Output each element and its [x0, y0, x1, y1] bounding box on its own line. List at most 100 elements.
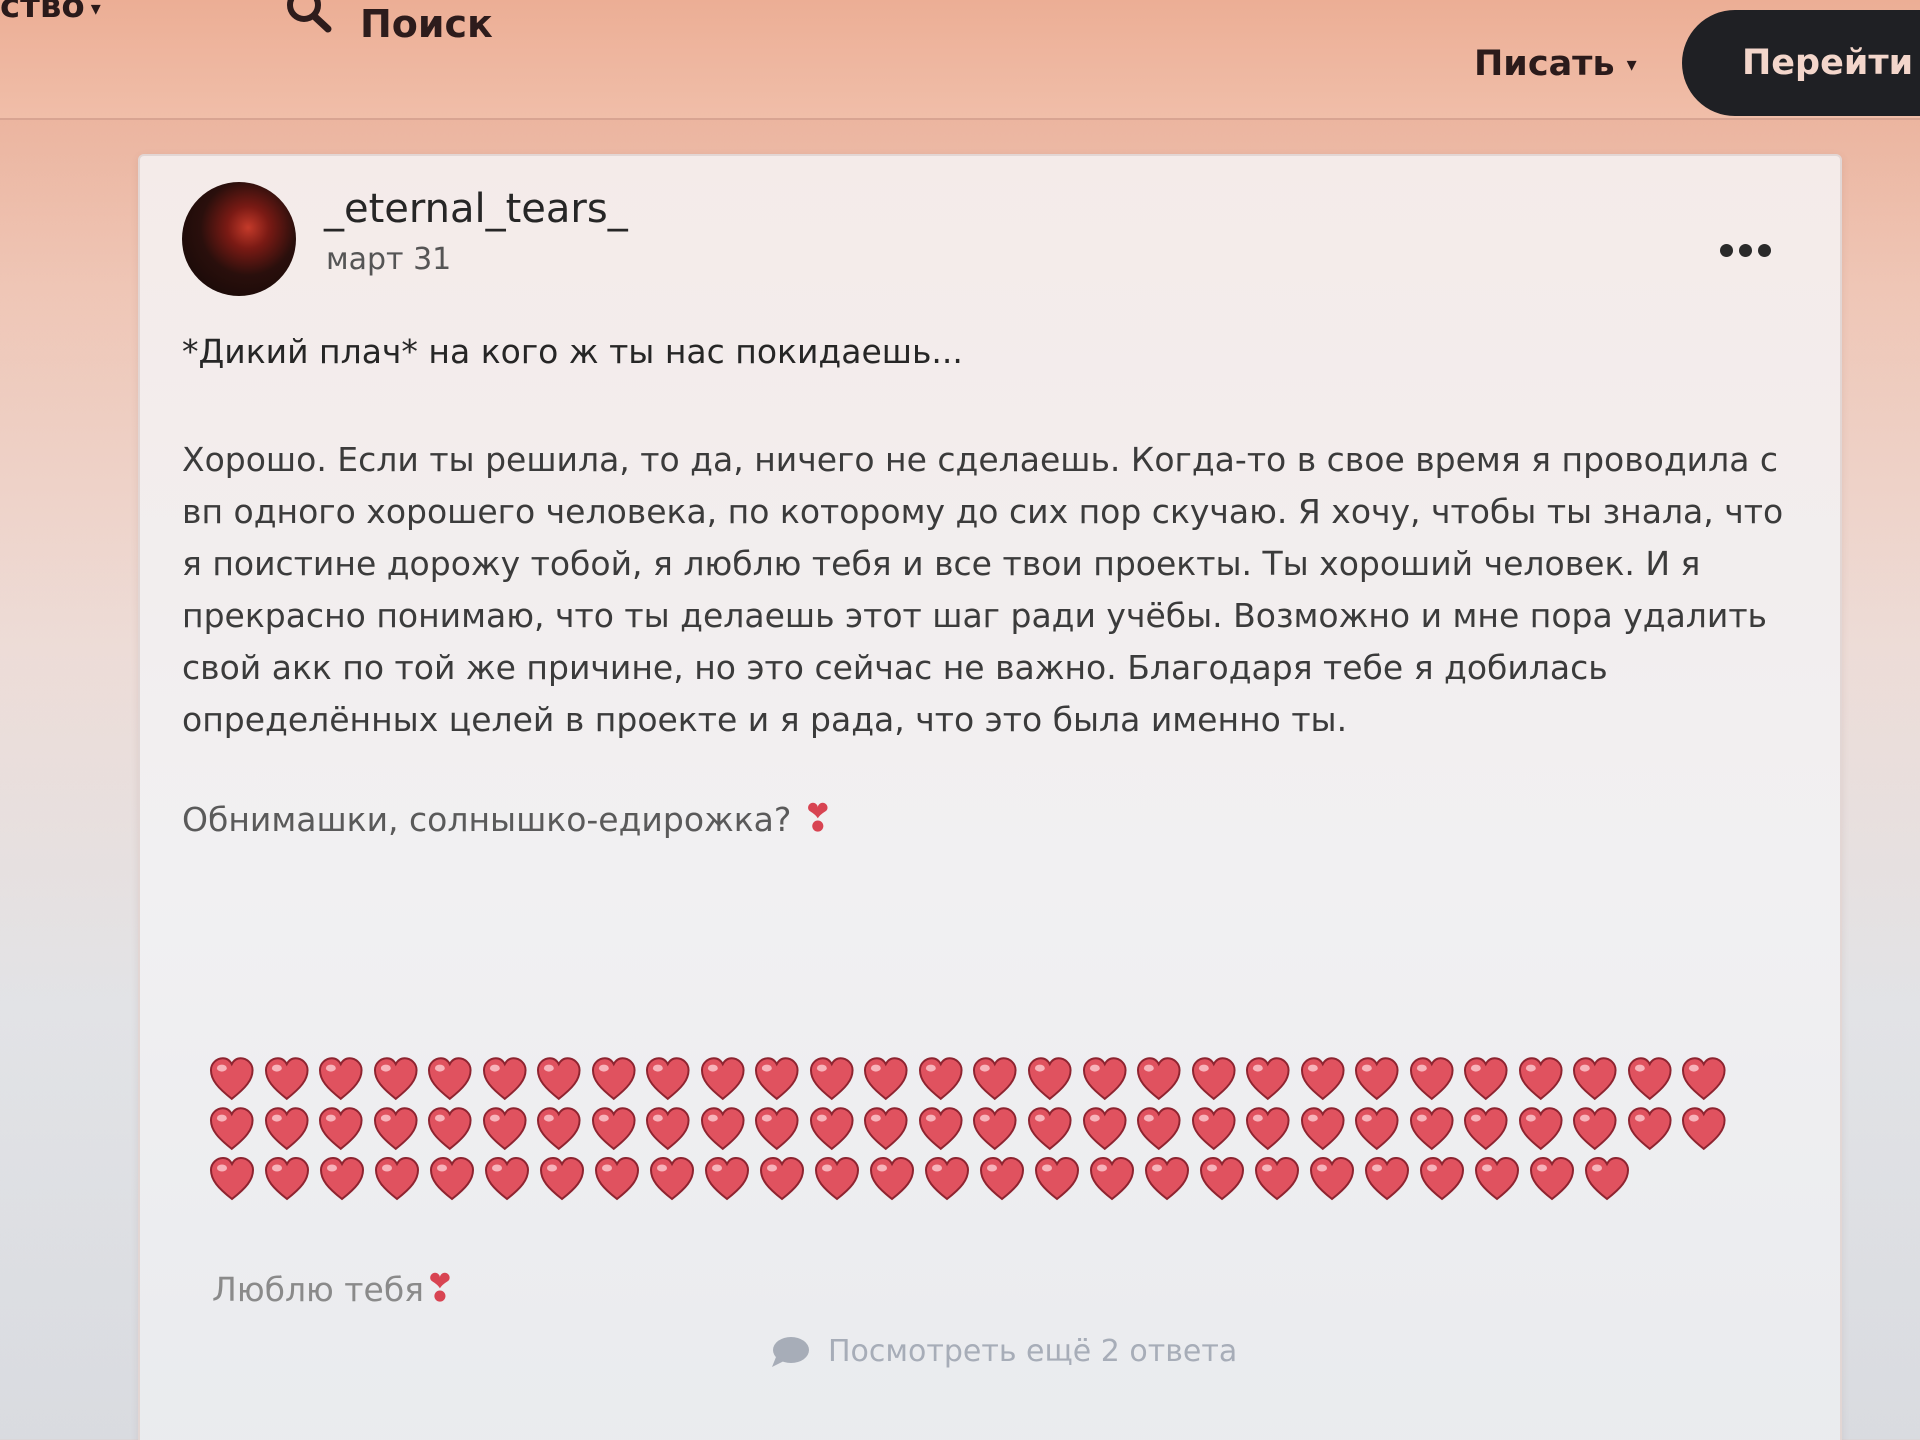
heart-icon [1409, 1057, 1454, 1101]
heart-icon [973, 1057, 1017, 1101]
search-button[interactable]: Поиск [282, 0, 493, 46]
post-card: _eternal_tears_ март 31 *Дикий плач* на … [138, 154, 1842, 1440]
heart-icon [1627, 1057, 1672, 1101]
heart-icon [755, 1057, 799, 1101]
heart-icon [1355, 1057, 1399, 1101]
heart-icon [1082, 1057, 1127, 1101]
heart-icon [209, 1156, 255, 1201]
goto-button-label: Перейти н [1742, 43, 1920, 83]
heart-icon [429, 1156, 475, 1201]
heart-icon [591, 1057, 636, 1101]
heart-icon [1573, 1057, 1617, 1101]
hug-text: Обнимашки, солнышко-едирожка? [182, 800, 792, 839]
heart-icon [1300, 1107, 1345, 1151]
heart-row [208, 1056, 1728, 1102]
write-menu-button[interactable]: Писать ▾ [1474, 44, 1637, 84]
love-line: Люблю тебя❣ [212, 1266, 456, 1310]
heart-icon [319, 1107, 363, 1151]
heart-icon [209, 1057, 254, 1101]
heart-icon [1089, 1156, 1135, 1201]
goto-button[interactable]: Перейти н [1682, 10, 1920, 116]
heart-icon [704, 1156, 750, 1201]
heart-exclamation-icon: ❣ [801, 796, 834, 840]
heart-icon [1137, 1107, 1181, 1151]
chevron-down-icon: ▾ [90, 0, 101, 20]
heart-icon [814, 1156, 860, 1201]
heart-icon [979, 1156, 1025, 1201]
heart-icon [591, 1107, 636, 1151]
heart-icon [373, 1057, 418, 1101]
more-options-icon[interactable] [1720, 244, 1771, 257]
heart-icon [374, 1156, 420, 1201]
heart-icon [869, 1156, 915, 1201]
heart-icon [1682, 1107, 1726, 1151]
nav-menu-community-label: ство [0, 0, 85, 26]
post-text-line: *Дикий плач* на кого ж ты нас покидаешь.… [182, 332, 963, 371]
heart-icon [1464, 1107, 1508, 1151]
more-dot [1720, 244, 1733, 257]
nav-menu-community[interactable]: ство ▾ [0, 0, 101, 26]
view-more-replies-label: Посмотреть ещё 2 ответа [828, 1334, 1238, 1369]
heart-icon [759, 1156, 805, 1201]
heart-icon [973, 1107, 1017, 1151]
heart-icon [264, 1057, 309, 1101]
heart-icon [537, 1107, 581, 1151]
heart-icon [1027, 1107, 1072, 1151]
heart-row [208, 1106, 1728, 1152]
heart-icon [1246, 1057, 1290, 1101]
search-icon [287, 0, 332, 33]
heart-icon [319, 1057, 363, 1101]
write-menu-label: Писать [1474, 44, 1615, 84]
heart-icon [1246, 1107, 1290, 1151]
hearts-block [208, 1056, 1728, 1206]
heart-icon [1474, 1156, 1520, 1201]
heart-icon [1529, 1156, 1575, 1201]
post-username[interactable]: _eternal_tears_ [324, 186, 628, 232]
heart-icon [209, 1107, 254, 1151]
heart-icon [1191, 1107, 1236, 1151]
heart-icon [1627, 1107, 1672, 1151]
heart-icon [1137, 1057, 1181, 1101]
hug-line: Обнимашки, солнышко-едирожка? ❣ [182, 796, 834, 840]
heart-icon [1682, 1057, 1726, 1101]
heart-icon [1254, 1156, 1300, 1201]
speech-bubble-icon [772, 1336, 809, 1367]
heart-icon [1027, 1057, 1072, 1101]
heart-icon [594, 1156, 640, 1201]
heart-icon [1518, 1107, 1563, 1151]
heart-icon [1300, 1057, 1345, 1101]
post-text-line: я поистине дорожу тобой, я люблю тебя и … [182, 544, 1701, 583]
heart-icon [1573, 1107, 1617, 1151]
heart-icon [428, 1057, 472, 1101]
heart-icon [649, 1156, 695, 1201]
heart-icon [1309, 1156, 1355, 1201]
chevron-down-icon: ▾ [1626, 52, 1637, 76]
heart-icon [918, 1057, 963, 1101]
search-label: Поиск [360, 2, 493, 46]
heart-icon [1364, 1156, 1410, 1201]
post-text-line: вп одного хорошего человека, по которому… [182, 492, 1784, 531]
heart-icon [482, 1057, 527, 1101]
heart-icon [1034, 1156, 1080, 1201]
post-text-line: Хорошо. Если ты решила, то да, ничего не… [182, 440, 1779, 479]
heart-icon [1584, 1156, 1630, 1201]
heart-icon [539, 1156, 585, 1201]
heart-icon [1419, 1156, 1465, 1201]
heart-icon [373, 1107, 418, 1151]
heart-icon [428, 1107, 472, 1151]
view-more-replies-link[interactable]: Посмотреть ещё 2 ответа [770, 1334, 1237, 1369]
heart-icon [646, 1107, 690, 1151]
heart-icon [1409, 1107, 1454, 1151]
heart-icon [864, 1107, 908, 1151]
post-text-line: прекрасно понимаю, что ты делаешь этот ш… [182, 596, 1767, 635]
more-dot [1758, 244, 1771, 257]
heart-icon [864, 1057, 908, 1101]
heart-icon [1191, 1057, 1236, 1101]
post-text-line: определённых целей в проекте и я рада, ч… [182, 700, 1348, 739]
heart-icon [700, 1057, 745, 1101]
more-dot [1739, 244, 1752, 257]
heart-icon [1144, 1156, 1190, 1201]
avatar[interactable] [182, 182, 296, 296]
post-date: март 31 [326, 242, 452, 277]
heart-icon [1464, 1057, 1508, 1101]
